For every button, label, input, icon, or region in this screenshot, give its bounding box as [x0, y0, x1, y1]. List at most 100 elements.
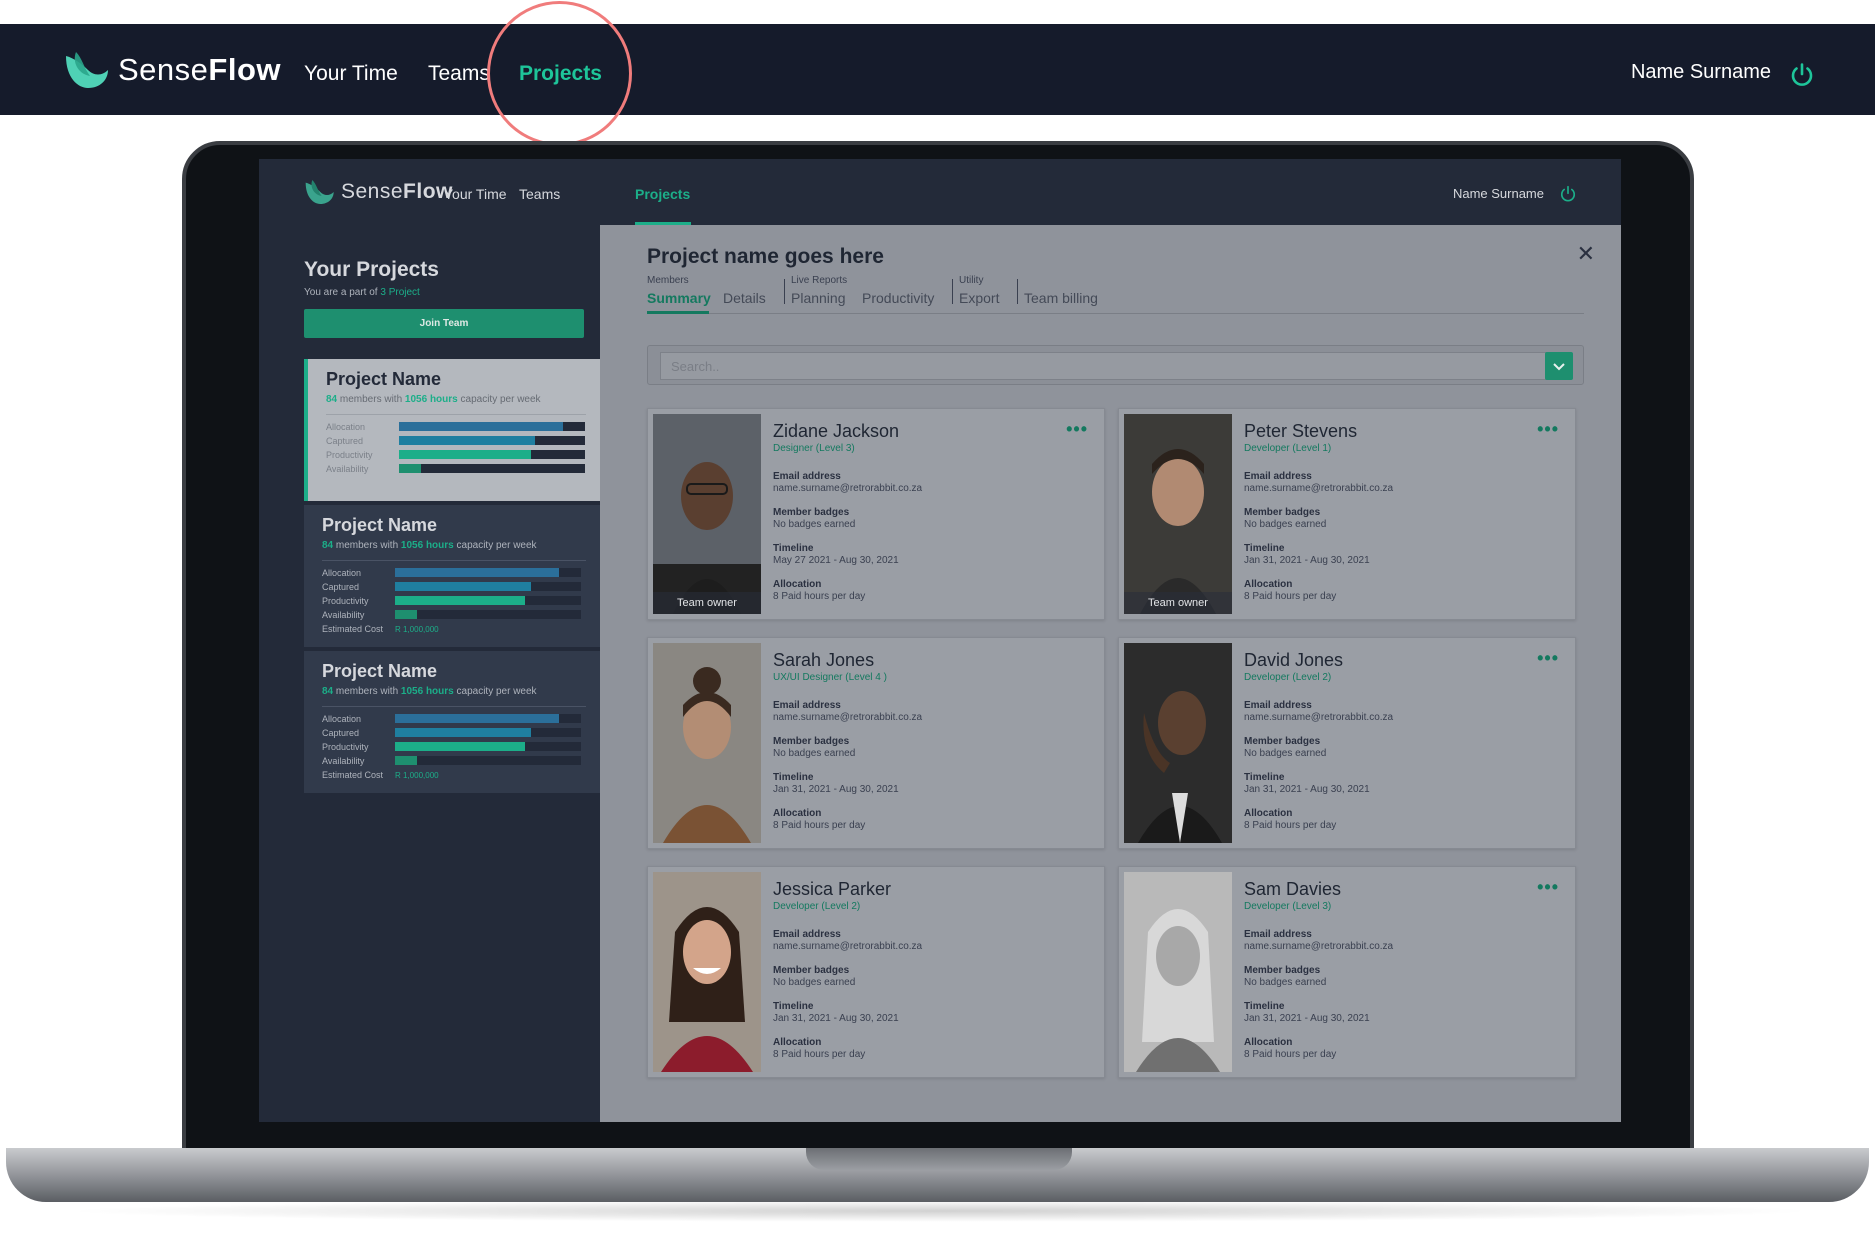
power-icon[interactable]	[1559, 185, 1577, 203]
member-allocation: 8 Paid hours per day	[773, 820, 866, 831]
join-team-button[interactable]: Join Team	[304, 309, 584, 338]
metric-bar-fill	[395, 610, 418, 619]
nav-your-time[interactable]: Your Time	[304, 62, 398, 86]
app-nav-teams[interactable]: Teams	[519, 186, 560, 202]
metric-label: Captured	[326, 436, 364, 446]
member-card[interactable]: ••• David Jones Developer (Level 2) Emai…	[1118, 637, 1576, 849]
search-dropdown-button[interactable]	[1545, 352, 1573, 380]
field-label: Email address	[1244, 700, 1312, 711]
user-name[interactable]: Name Surname	[1631, 61, 1771, 84]
tab-separator	[784, 279, 785, 304]
more-dots-icon[interactable]: •••	[1537, 877, 1559, 898]
divider	[322, 560, 586, 561]
tab-team-billing[interactable]: Team billing	[1024, 290, 1098, 306]
member-photo: Team owner	[653, 414, 761, 614]
page-title: Project name goes here	[647, 245, 884, 268]
top-navbar: SenseFlow Your Time Teams Projects Name …	[0, 24, 1875, 115]
app-nav-projects[interactable]: Projects	[635, 186, 690, 202]
close-icon[interactable]: ✕	[1577, 241, 1595, 267]
tabs-baseline	[647, 313, 1584, 314]
more-dots-icon[interactable]: •••	[1537, 648, 1559, 669]
tab-details[interactable]: Details	[723, 290, 766, 306]
field-label: Allocation	[1244, 1037, 1293, 1048]
senseflow-logo-icon	[66, 52, 108, 88]
nav-teams[interactable]: Teams	[428, 62, 490, 86]
project-card[interactable]: Project Name 84 members with 1056 hours …	[304, 505, 600, 647]
tab-export[interactable]: Export	[959, 290, 999, 306]
member-email: name.surname@retrorabbit.co.za	[1244, 941, 1394, 952]
member-badges: No badges earned	[773, 977, 856, 988]
metric-bar	[395, 568, 581, 577]
team-owner-label: Team owner	[1124, 592, 1232, 614]
app-nav-your-time[interactable]: Your Time	[444, 186, 507, 202]
app-user-name[interactable]: Name Surname	[1453, 186, 1544, 201]
tab-separator	[952, 279, 953, 304]
tab-summary[interactable]: Summary	[647, 290, 711, 306]
field-label: Timeline	[1244, 772, 1285, 783]
field-label: Timeline	[1244, 1001, 1285, 1012]
app-navbar: SenseFlow Your Time Teams Projects Name …	[259, 159, 1621, 225]
app-brand-logo[interactable]: SenseFlow	[303, 177, 453, 207]
more-dots-icon[interactable]: •••	[1537, 419, 1559, 440]
tab-productivity[interactable]: Productivity	[862, 290, 934, 306]
member-card[interactable]: Team owner Peter Stevens Developer (Leve…	[1118, 408, 1576, 620]
field-label: Email address	[773, 700, 841, 711]
project-meta: 84 members with 1056 hours capacity per …	[326, 394, 541, 405]
estimated-cost-value: R 1,000,000	[395, 625, 439, 634]
metric-label: Availability	[326, 464, 369, 474]
field-label: Timeline	[773, 1001, 814, 1012]
metric-bar-fill	[399, 436, 535, 445]
metric-label: Estimated Cost	[322, 770, 384, 780]
metric-bar	[399, 464, 585, 473]
project-name: Project Name	[326, 369, 442, 389]
field-label: Allocation	[1244, 579, 1293, 590]
member-allocation: 8 Paid hours per day	[773, 1049, 866, 1060]
tab-group-label: Utility	[959, 275, 984, 286]
member-badges: No badges earned	[1244, 519, 1327, 530]
project-name: Project Name	[322, 661, 438, 681]
field-label: Allocation	[1244, 808, 1293, 819]
member-timeline: Jan 31, 2021 - Aug 30, 2021	[1244, 784, 1370, 795]
power-icon[interactable]	[1789, 62, 1815, 88]
tab-planning[interactable]: Planning	[791, 290, 846, 306]
member-timeline: Jan 31, 2021 - Aug 30, 2021	[1244, 555, 1370, 566]
project-count-link[interactable]: 3 Project	[380, 287, 419, 298]
member-email: name.surname@retrorabbit.co.za	[1244, 712, 1394, 723]
member-card[interactable]: Team owner Zidane Jackson Designer (Leve…	[647, 408, 1105, 620]
divider	[322, 706, 586, 707]
field-label: Timeline	[773, 543, 814, 554]
metric-bar-fill	[395, 756, 418, 765]
sidebar-title: Your Projects	[304, 258, 439, 281]
more-dots-icon[interactable]: •••	[1066, 419, 1088, 440]
member-photo	[1124, 643, 1232, 843]
metric-bar-fill	[395, 582, 531, 591]
member-name: Sam Davies	[1244, 879, 1342, 899]
field-label: Timeline	[1244, 543, 1285, 554]
member-allocation: 8 Paid hours per day	[773, 591, 866, 602]
field-label: Email address	[1244, 471, 1312, 482]
project-name: Project Name	[322, 515, 438, 535]
projects-sidebar: Your Projects You are a part of 3 Projec…	[259, 225, 600, 1122]
member-card[interactable]: Sarah Jones UX/UI Designer (Level 4 ) Em…	[647, 637, 1105, 849]
tab-group-label: Members	[647, 275, 689, 286]
laptop-screen: SenseFlow Your Time Teams Projects Name …	[259, 159, 1621, 1122]
member-role: Designer (Level 3)	[773, 443, 855, 454]
metric-bar	[395, 742, 581, 751]
metric-bar-fill	[395, 714, 559, 723]
laptop-notch	[806, 1148, 1072, 1170]
search-input[interactable]: Search..	[660, 352, 1547, 380]
metric-label: Estimated Cost	[322, 624, 384, 634]
member-role: Developer (Level 2)	[773, 901, 861, 912]
member-email: name.surname@retrorabbit.co.za	[1244, 483, 1394, 494]
member-timeline: May 27 2021 - Aug 30, 2021	[773, 555, 899, 566]
brand-logo[interactable]: SenseFlow	[62, 48, 281, 92]
metric-label: Allocation	[322, 568, 362, 578]
project-detail-panel: Project name goes here ✕ Members Summary…	[600, 225, 1621, 1122]
brand-name: SenseFlow	[118, 52, 282, 87]
metric-bar-fill	[395, 742, 526, 751]
member-card[interactable]: Jessica Parker Developer (Level 2) Email…	[647, 866, 1105, 1078]
project-card[interactable]: Project Name 84 members with 1056 hours …	[304, 651, 600, 793]
divider	[326, 414, 586, 415]
member-card[interactable]: ••• Sam Davies Developer (Level 3) Email…	[1118, 866, 1576, 1078]
project-card[interactable]: Project Name 84 members with 1056 hours …	[304, 359, 600, 501]
